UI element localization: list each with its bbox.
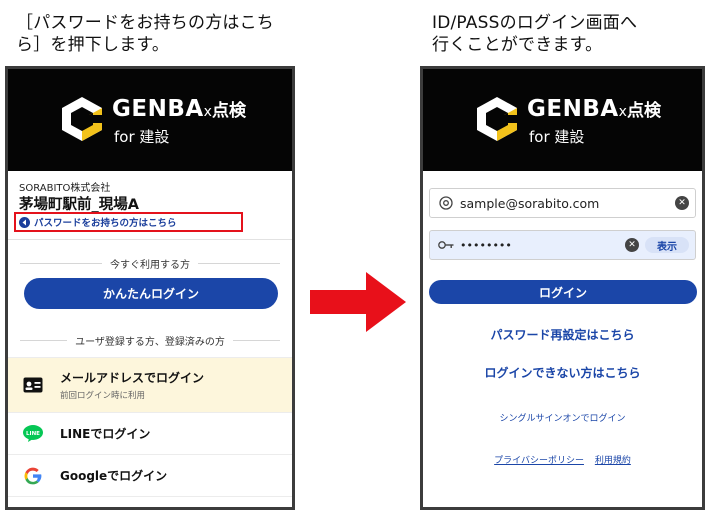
cant-login-link[interactable]: ログインできない方はこちら (423, 364, 702, 381)
line-login-row[interactable]: LINE LINEでログイン (8, 413, 292, 455)
footer-links: プライバシーポリシー 利用規約 (423, 453, 702, 466)
clear-icon[interactable]: ✕ (675, 196, 689, 210)
svg-text:LINE: LINE (26, 431, 40, 437)
app-header: GENBAx点検 for 建設 (423, 69, 702, 171)
password-reset-link[interactable]: パスワード再設定はこちら (423, 326, 702, 343)
chevron-left-icon (19, 216, 30, 228)
password-login-link[interactable]: パスワードをお持ちの方はこちら (14, 212, 243, 232)
company-name: SORABITO株式会社 (19, 183, 111, 194)
arrow-right-icon (310, 272, 406, 332)
google-login-label: Googleでログイン (60, 469, 168, 483)
key-icon (438, 237, 454, 253)
password-value: •••••••• (460, 238, 512, 252)
left-caption: ［パスワードをお持ちの方はこち ら］を押下します。 (16, 13, 274, 55)
divider (8, 239, 292, 240)
section-divider-now: 今すぐ利用する方 (20, 256, 280, 271)
at-sign-icon (438, 195, 454, 211)
id-card-icon (22, 374, 44, 396)
line-login-label: LINEでログイン (60, 427, 151, 441)
section-divider-registered: ユーザ登録する方、登録済みの方 (20, 333, 280, 348)
mail-login-sublabel: 前回ログイン時に利用 (60, 391, 146, 401)
privacy-policy-link[interactable]: プライバシーポリシー (494, 456, 584, 466)
site-name: 茅場町駅前_現場A (19, 197, 139, 213)
login-button[interactable]: ログイン (429, 280, 697, 304)
genba-logo-icon (62, 97, 102, 141)
easy-login-button[interactable]: かんたんログイン (24, 278, 278, 309)
show-password-button[interactable]: 表示 (645, 237, 689, 253)
clear-icon[interactable]: ✕ (625, 238, 639, 252)
mail-login-row[interactable]: メールアドレスでログイン 前回ログイン時に利用 (8, 357, 292, 413)
terms-link[interactable]: 利用規約 (595, 456, 631, 466)
brand-subtitle: for 建設 (529, 128, 585, 146)
password-login-label: パスワードをお持ちの方はこちら (34, 218, 177, 229)
email-field[interactable]: sample@sorabito.com ✕ (429, 188, 696, 218)
sso-login-link[interactable]: シングルサインオンでログイン (423, 411, 702, 424)
mail-login-label: メールアドレスでログイン (60, 371, 205, 385)
right-phone-screen: GENBAx点検 for 建設 sample@sorabito.com ✕ ••… (420, 66, 705, 510)
right-caption: ID/PASSのログイン画面へ 行くことができます。 (432, 13, 638, 55)
brand-wordmark: GENBAx点検 (112, 96, 246, 122)
google-icon (22, 465, 44, 487)
genba-logo-icon (477, 97, 517, 141)
email-value: sample@sorabito.com (460, 195, 600, 211)
brand-wordmark: GENBAx点検 (527, 96, 661, 122)
app-header: GENBAx点検 for 建設 (8, 69, 292, 171)
brand-subtitle: for 建設 (114, 128, 170, 146)
line-icon: LINE (22, 423, 44, 445)
google-login-row[interactable]: Googleでログイン (8, 455, 292, 497)
password-field[interactable]: •••••••• ✕ 表示 (429, 230, 696, 260)
left-phone-screen: GENBAx点検 for 建設 SORABITO株式会社 茅場町駅前_現場A パ… (5, 66, 295, 510)
